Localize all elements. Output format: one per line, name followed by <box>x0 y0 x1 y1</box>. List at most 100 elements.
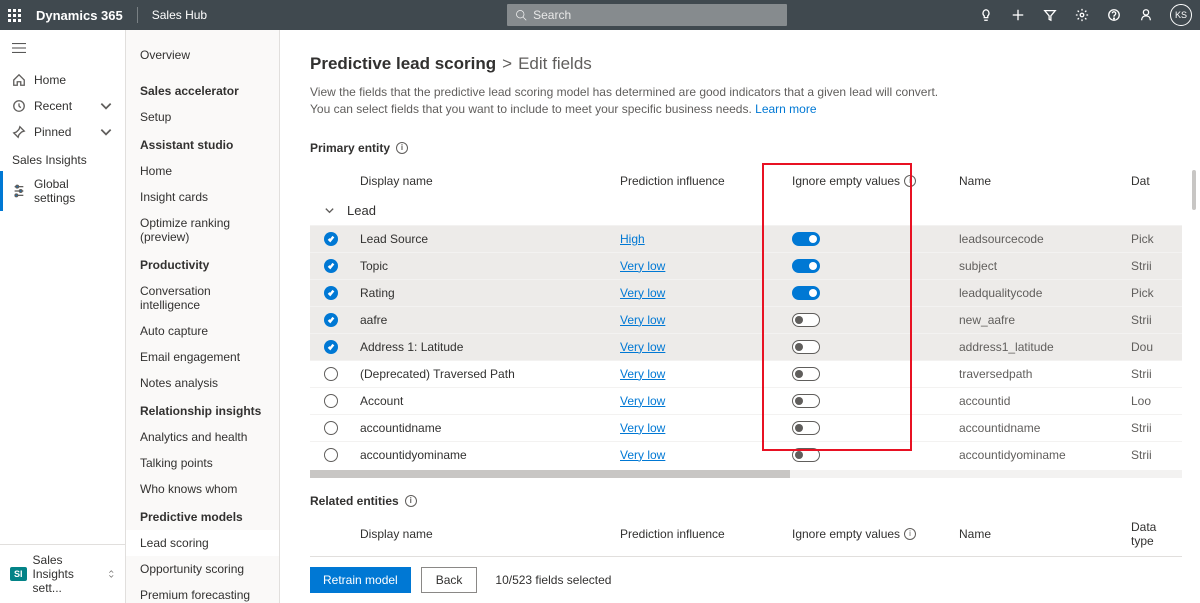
settings-overview[interactable]: Overview <box>126 44 279 76</box>
ignore-empty-toggle[interactable] <box>792 421 820 435</box>
row-checkbox-checked[interactable] <box>324 286 338 300</box>
influence-link[interactable]: Very low <box>620 259 665 273</box>
avatar[interactable]: KS <box>1170 4 1192 26</box>
col-ignore-empty[interactable]: Ignore empty valuesi <box>792 174 959 188</box>
gear-icon[interactable] <box>1074 7 1090 23</box>
settings-link[interactable]: Optimize ranking (preview) <box>126 210 279 250</box>
table-row[interactable]: accountidnameVery lowaccountidnameStrii <box>310 414 1182 441</box>
cell-data-type: Strii <box>1131 421 1152 435</box>
area-switcher[interactable]: SI Sales Insights sett... <box>0 544 125 603</box>
influence-link[interactable]: High <box>620 232 645 246</box>
plus-icon[interactable] <box>1010 7 1026 23</box>
ignore-empty-toggle[interactable] <box>792 394 820 408</box>
row-checkbox[interactable] <box>324 421 338 435</box>
settings-link[interactable]: Talking points <box>126 450 279 476</box>
chevron-down-icon <box>99 125 113 139</box>
learn-more-link[interactable]: Learn more <box>755 102 816 116</box>
ignore-empty-toggle[interactable] <box>792 313 820 327</box>
influence-link[interactable]: Very low <box>620 367 665 381</box>
influence-link[interactable]: Very low <box>620 421 665 435</box>
settings-link[interactable]: Email engagement <box>126 344 279 370</box>
nav-home[interactable]: Home <box>0 67 125 93</box>
selection-count: 10/523 fields selected <box>495 573 611 587</box>
table-row[interactable]: Address 1: LatitudeVery lowaddress1_lati… <box>310 333 1182 360</box>
assistant-icon[interactable] <box>1138 7 1154 23</box>
nav-global-settings[interactable]: Global settings <box>0 171 125 211</box>
col-prediction-influence[interactable]: Prediction influence <box>620 527 792 541</box>
row-checkbox-checked[interactable] <box>324 313 338 327</box>
waffle-icon[interactable] <box>8 9 24 22</box>
settings-link[interactable]: Conversation intelligence <box>126 278 279 318</box>
row-checkbox[interactable] <box>324 448 338 462</box>
table-row[interactable]: AccountVery lowaccountidLoo <box>310 387 1182 414</box>
nav-home-label: Home <box>34 73 66 87</box>
settings-link[interactable]: Insight cards <box>126 184 279 210</box>
influence-link[interactable]: Very low <box>620 394 665 408</box>
breadcrumb-root[interactable]: Predictive lead scoring <box>310 54 496 73</box>
col-prediction-influence[interactable]: Prediction influence <box>620 174 792 188</box>
group-row-lead[interactable]: Lead <box>310 197 1182 225</box>
table-row[interactable]: TopicVery lowsubjectStrii <box>310 252 1182 279</box>
col-display-name[interactable]: Display name <box>360 174 620 188</box>
scrollbar-vertical[interactable] <box>1192 170 1196 210</box>
settings-link[interactable]: Setup <box>126 104 279 130</box>
ignore-empty-toggle[interactable] <box>792 340 820 354</box>
table-row[interactable]: accountidyominameVery lowaccountidyomina… <box>310 441 1182 468</box>
back-button[interactable]: Back <box>421 567 478 593</box>
table-row[interactable]: aafreVery lownew_aafreStrii <box>310 306 1182 333</box>
table-row[interactable]: RatingVery lowleadqualitycodePick <box>310 279 1182 306</box>
settings-link[interactable]: Who knows whom <box>126 476 279 502</box>
hamburger-icon[interactable] <box>0 42 125 67</box>
col-data-type[interactable]: Data type <box>1131 520 1182 548</box>
ignore-empty-toggle[interactable] <box>792 259 820 273</box>
ignore-empty-toggle[interactable] <box>792 232 820 246</box>
col-ignore-empty[interactable]: Ignore empty valuesi <box>792 527 959 541</box>
info-icon[interactable]: i <box>405 495 417 507</box>
lightbulb-icon[interactable] <box>978 7 994 23</box>
nav-recent[interactable]: Recent <box>0 93 125 119</box>
settings-link[interactable]: Premium forecasting <box>126 582 279 603</box>
settings-link[interactable]: Analytics and health <box>126 424 279 450</box>
info-icon[interactable]: i <box>904 528 916 540</box>
ignore-empty-toggle[interactable] <box>792 367 820 381</box>
row-checkbox-checked[interactable] <box>324 259 338 273</box>
settings-group-heading: Productivity <box>126 250 279 278</box>
ignore-empty-toggle[interactable] <box>792 448 820 462</box>
col-name[interactable]: Name <box>959 174 1131 188</box>
retrain-model-button[interactable]: Retrain model <box>310 567 411 593</box>
cell-name: accountidname <box>959 421 1131 435</box>
table-row[interactable]: Lead SourceHighleadsourcecodePick <box>310 225 1182 252</box>
divider <box>137 7 138 23</box>
cell-name: leadsourcecode <box>959 232 1131 246</box>
settings-link[interactable]: Auto capture <box>126 318 279 344</box>
row-checkbox-checked[interactable] <box>324 340 338 354</box>
cell-display-name: accountidname <box>360 421 620 435</box>
row-checkbox[interactable] <box>324 367 338 381</box>
info-icon[interactable]: i <box>396 142 408 154</box>
influence-link[interactable]: Very low <box>620 340 665 354</box>
global-search[interactable]: Search <box>507 4 787 26</box>
nav-pinned[interactable]: Pinned <box>0 119 125 145</box>
col-name[interactable]: Name <box>959 527 1131 541</box>
primary-entity-label: Primary entity i <box>310 141 1182 155</box>
help-icon[interactable] <box>1106 7 1122 23</box>
info-icon[interactable]: i <box>904 175 916 187</box>
settings-link[interactable]: Lead scoring <box>126 530 279 556</box>
col-data-type[interactable]: Dat <box>1131 174 1182 188</box>
nav-recent-label: Recent <box>34 99 72 113</box>
influence-link[interactable]: Very low <box>620 286 665 300</box>
row-checkbox[interactable] <box>324 394 338 408</box>
table-row[interactable]: (Deprecated) Traversed PathVery lowtrave… <box>310 360 1182 387</box>
influence-link[interactable]: Very low <box>620 313 665 327</box>
settings-link[interactable]: Home <box>126 158 279 184</box>
influence-link[interactable]: Very low <box>620 448 665 462</box>
row-checkbox-checked[interactable] <box>324 232 338 246</box>
col-display-name[interactable]: Display name <box>360 527 620 541</box>
settings-link[interactable]: Opportunity scoring <box>126 556 279 582</box>
footer-bar: Retrain model Back 10/523 fields selecte… <box>310 556 1182 603</box>
settings-link[interactable]: Notes analysis <box>126 370 279 396</box>
filter-icon[interactable] <box>1042 7 1058 23</box>
scrollbar-horizontal[interactable] <box>310 470 1182 478</box>
sliders-icon <box>12 184 26 198</box>
ignore-empty-toggle[interactable] <box>792 286 820 300</box>
